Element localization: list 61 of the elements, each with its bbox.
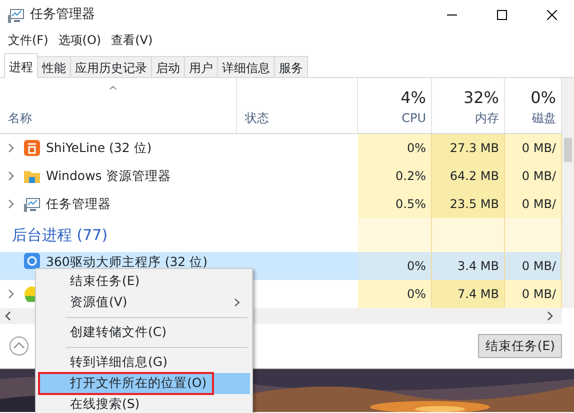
monitor-icon xyxy=(8,7,24,23)
expand-chevron-icon[interactable] xyxy=(8,143,15,153)
tab[interactable]: 用户 xyxy=(184,56,218,77)
menu-item[interactable]: 打开文件所在的位置(O) xyxy=(38,373,250,394)
close-icon[interactable] xyxy=(547,10,557,20)
cpu-value: 0% xyxy=(358,252,432,280)
table-cell xyxy=(505,218,562,252)
menu-item[interactable]: 文件(F) xyxy=(8,31,48,49)
menu-item[interactable]: 转到详细信息(G) xyxy=(38,352,250,373)
monitor-icon xyxy=(24,196,40,212)
column-header[interactable]: 磁盘 xyxy=(532,109,556,127)
sort-caret[interactable]: ^ xyxy=(108,82,118,100)
process-name: 任务管理器 xyxy=(46,194,111,213)
disk-value: 0 MB/ xyxy=(505,280,562,308)
process-name: Windows 资源管理器 xyxy=(46,166,171,185)
column-header[interactable]: 状态 xyxy=(245,109,269,127)
cpu-value: 0.2% xyxy=(358,162,432,190)
tab[interactable]: 启动 xyxy=(151,56,185,77)
scroll-right-icon[interactable] xyxy=(546,311,554,321)
expand-chevron-icon[interactable] xyxy=(8,171,15,181)
disk-value: 0 MB/ xyxy=(505,134,562,162)
column-total: 32% xyxy=(463,87,499,109)
window-title: 任务管理器 xyxy=(30,6,95,24)
menu-item[interactable]: 创建转储文件(C) xyxy=(38,322,250,343)
memory-value: 3.4 MB xyxy=(432,252,505,280)
menu-item[interactable]: 选项(O) xyxy=(58,31,102,49)
process-name: 360驱动大师主程序 (32 位) xyxy=(46,253,208,271)
memory-value: 64.2 MB xyxy=(432,162,505,190)
menu-item[interactable]: 资源值(V) xyxy=(38,292,250,313)
cpu-value: 0% xyxy=(358,134,432,162)
cpu-value: 0% xyxy=(358,280,432,308)
scroll-left-icon[interactable] xyxy=(4,311,12,321)
maximize-icon[interactable] xyxy=(497,10,507,20)
tab[interactable]: 应用历史记录 xyxy=(70,56,152,77)
fewer-details-icon[interactable] xyxy=(9,336,29,356)
process-name: ShiYeLine (32 位) xyxy=(46,138,152,157)
expand-chevron-icon[interactable] xyxy=(8,289,15,299)
disk-value: 0 MB/ xyxy=(505,252,562,280)
column-total: 0% xyxy=(530,87,556,109)
memory-value: 7.4 MB xyxy=(432,280,505,308)
cpu-value: 0.5% xyxy=(358,190,432,218)
column-total: 4% xyxy=(400,87,426,109)
app-icon xyxy=(24,140,40,156)
tab[interactable]: 详细信息 xyxy=(217,56,275,77)
expand-chevron-icon[interactable] xyxy=(8,199,15,209)
folder-icon xyxy=(24,168,40,184)
vertical-scrollbar[interactable] xyxy=(562,78,574,308)
end-task-button[interactable]: 结束任务(E) xyxy=(478,334,562,358)
tab[interactable]: 进程 xyxy=(4,53,38,78)
menu-item[interactable]: 在线搜索(S) xyxy=(38,394,250,413)
disk-value: 0 MB/ xyxy=(505,162,562,190)
tab[interactable]: 服务 xyxy=(274,56,308,77)
disk-value: 0 MB/ xyxy=(505,190,562,218)
memory-value: 23.5 MB xyxy=(432,190,505,218)
group-header: 后台进程 (77) xyxy=(11,224,108,246)
column-header[interactable]: CPU xyxy=(402,109,426,127)
memory-value: 27.3 MB xyxy=(432,134,505,162)
menu-item[interactable]: 查看(V) xyxy=(111,31,153,49)
column-header[interactable]: 名称 xyxy=(8,109,32,127)
column-header[interactable]: 内存 xyxy=(475,109,499,127)
tab[interactable]: 性能 xyxy=(37,56,71,77)
